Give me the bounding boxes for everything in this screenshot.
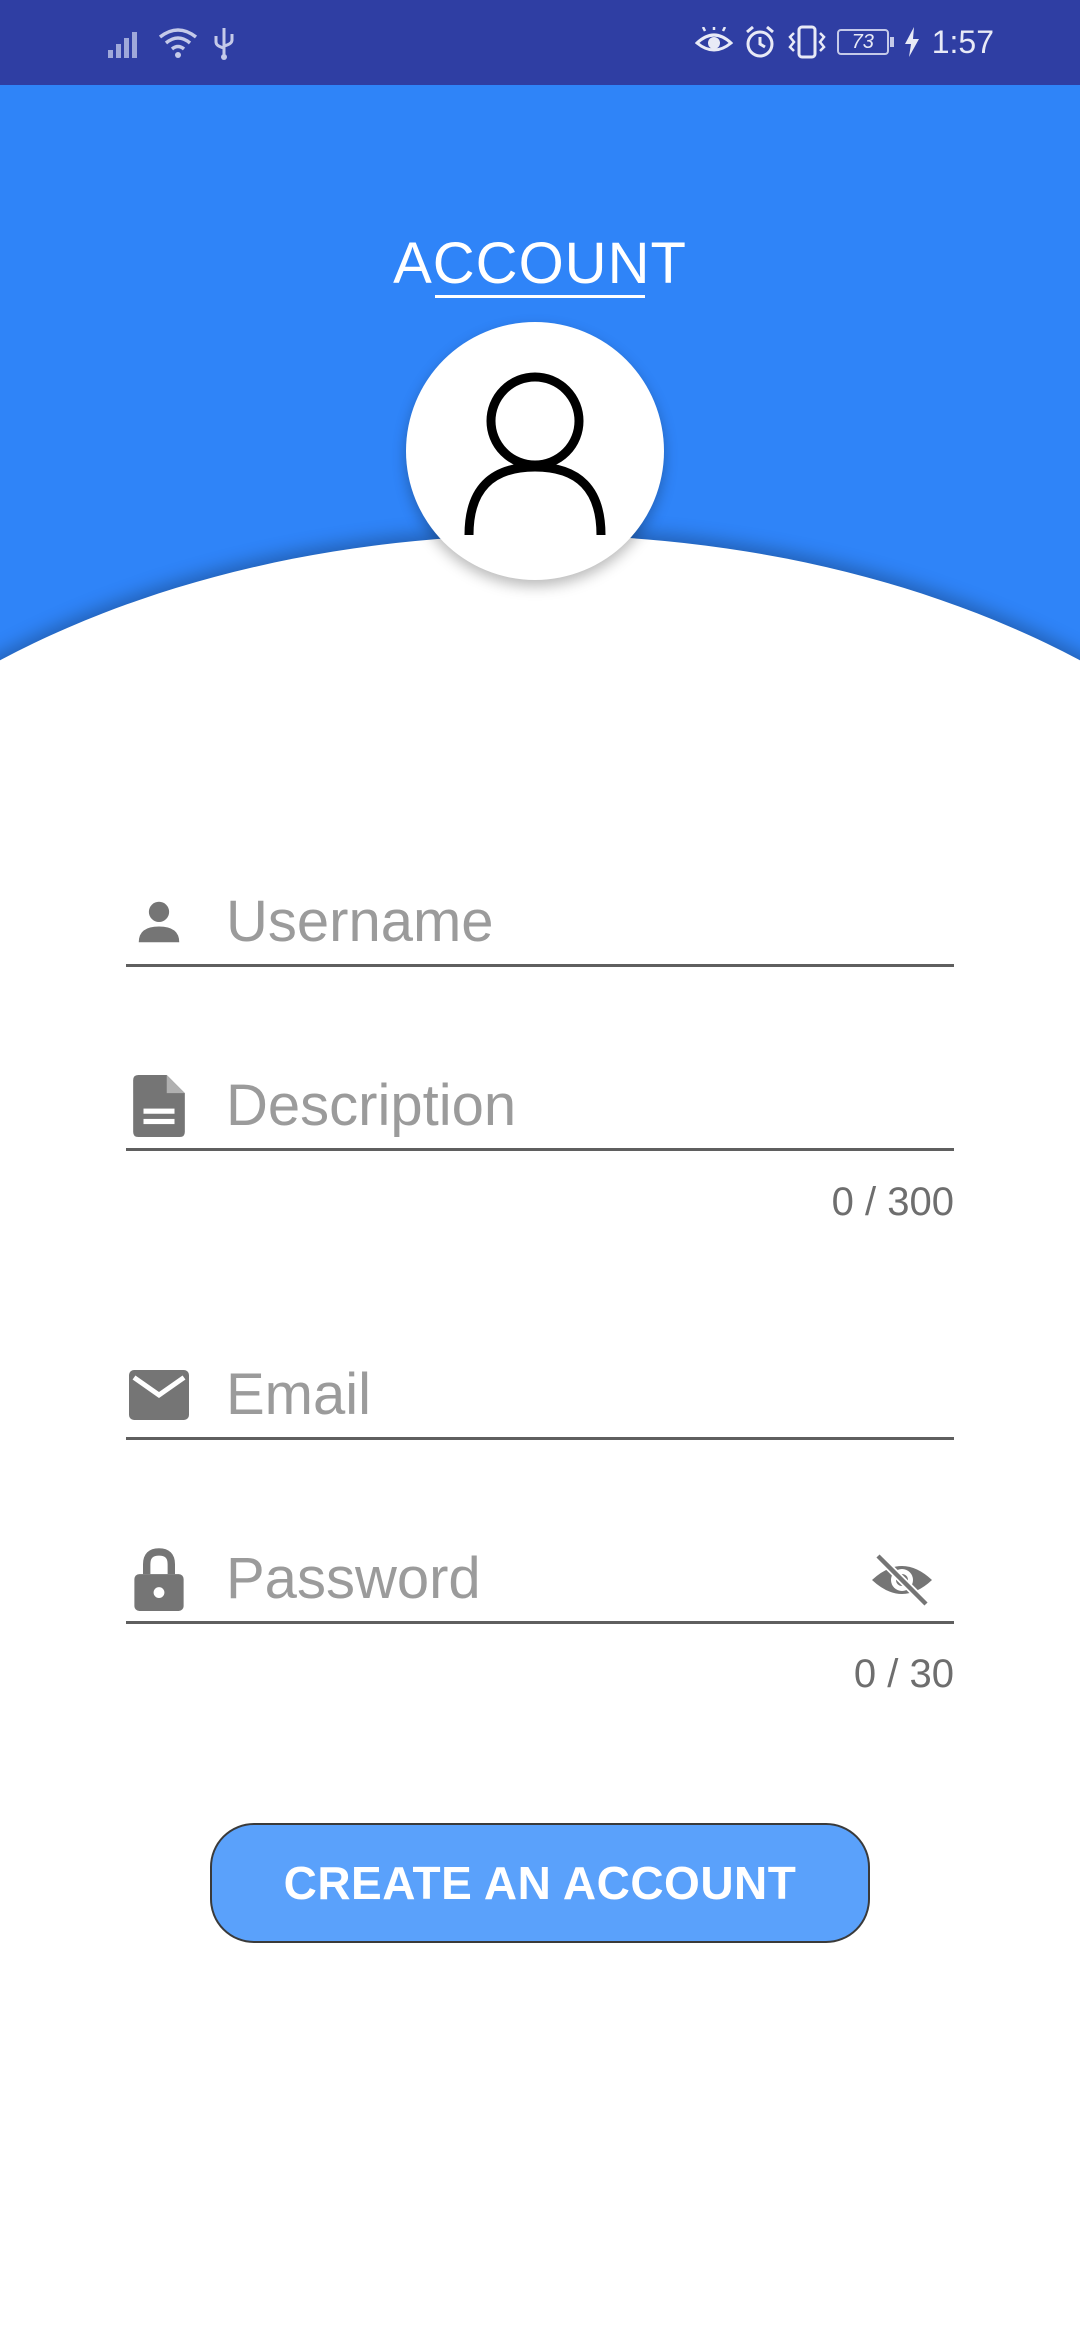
username-input[interactable] (226, 885, 826, 957)
status-bar: 73 1:57 (0, 0, 1080, 85)
description-counter: 0 / 300 (831, 1180, 954, 1224)
username-field (126, 877, 954, 967)
avatar[interactable] (406, 322, 664, 580)
eye-comfort-icon (694, 27, 733, 57)
status-time: 1:57 (931, 23, 994, 60)
signal-icon (108, 28, 144, 58)
wifi-icon (158, 27, 198, 59)
charging-icon (904, 27, 920, 57)
page-title: ACCOUNT (393, 231, 687, 296)
visibility-off-icon[interactable] (866, 1548, 938, 1612)
battery-icon: 73 (836, 29, 894, 55)
email-field (126, 1350, 954, 1440)
description-field (126, 1061, 954, 1151)
person-outline-icon (445, 359, 625, 544)
create-account-button[interactable]: CREATE AN ACCOUNT (210, 1823, 870, 1943)
alarm-icon (743, 25, 777, 59)
battery-level: 73 (836, 29, 889, 55)
lock-icon (126, 1546, 192, 1612)
person-icon (126, 889, 192, 955)
title-underline (435, 295, 645, 298)
email-input[interactable] (226, 1358, 826, 1430)
password-counter: 0 / 30 (853, 1652, 954, 1696)
description-input[interactable] (226, 1069, 826, 1141)
password-field (126, 1534, 954, 1624)
vibrate-icon (787, 25, 827, 59)
password-input[interactable] (226, 1542, 746, 1614)
create-account-screen: 73 1:57 ACCOUNT Username Description 0 /… (0, 0, 1080, 2340)
mail-icon (126, 1362, 192, 1428)
usb-icon (212, 26, 236, 60)
document-icon (126, 1073, 192, 1139)
